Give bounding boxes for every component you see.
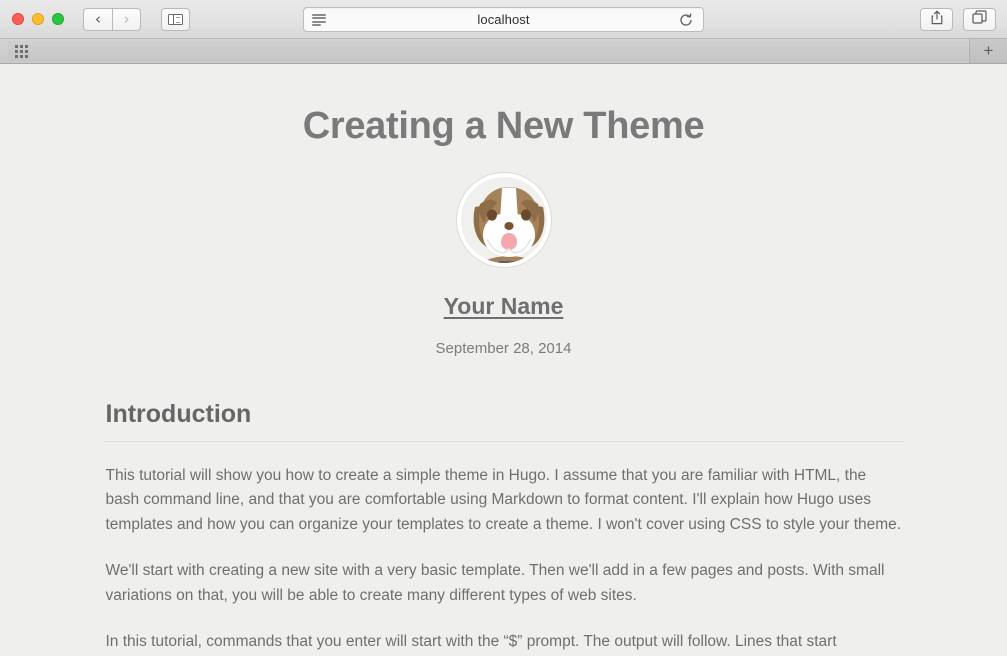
post-date: September 28, 2014 bbox=[435, 339, 572, 357]
address-bar[interactable]: localhost bbox=[303, 7, 704, 32]
chevron-left-icon: ‹ bbox=[95, 9, 101, 28]
browser-window: ‹ › localhost + Creating a New Theme You… bbox=[0, 0, 1007, 656]
forward-button[interactable]: › bbox=[112, 7, 141, 31]
favorites-bar: + bbox=[0, 39, 1007, 64]
avatar bbox=[455, 171, 552, 268]
paragraph: In this tutorial, commands that you ente… bbox=[105, 633, 837, 651]
page-title: Creating a New Theme bbox=[302, 105, 705, 147]
paragraph: This tutorial will show you how to creat… bbox=[105, 466, 902, 533]
favorites-bar-strip[interactable] bbox=[8, 41, 968, 61]
url-text: localhost bbox=[477, 12, 530, 27]
toggle-sidebar-button[interactable] bbox=[161, 7, 190, 31]
toolbar-right-buttons bbox=[920, 8, 996, 31]
window-controls bbox=[12, 13, 64, 25]
article-content: Creating a New Theme Your Name September… bbox=[103, 64, 904, 655]
back-button[interactable]: ‹ bbox=[83, 7, 112, 31]
share-button[interactable] bbox=[920, 8, 953, 31]
section-heading-introduction: Introduction bbox=[103, 400, 904, 442]
show-all-tabs-button[interactable] bbox=[963, 8, 996, 31]
minimize-window-button[interactable] bbox=[32, 13, 44, 25]
zoom-window-button[interactable] bbox=[52, 13, 64, 25]
favorites-grid-icon[interactable] bbox=[15, 44, 28, 58]
chevron-right-icon: › bbox=[123, 9, 130, 28]
avatar-image bbox=[460, 176, 547, 263]
reload-icon[interactable] bbox=[678, 12, 694, 28]
author-link[interactable]: Your Name bbox=[104, 293, 904, 320]
tabs-overview-icon bbox=[972, 9, 987, 30]
page-viewport: Creating a New Theme Your Name September… bbox=[0, 64, 1007, 655]
address-bar-container: localhost bbox=[303, 7, 704, 32]
paragraph: We'll start with creating a new site wit… bbox=[105, 562, 885, 604]
close-window-button[interactable] bbox=[12, 13, 24, 25]
reader-view-icon[interactable] bbox=[312, 14, 326, 26]
new-tab-button[interactable]: + bbox=[969, 39, 1007, 63]
browser-toolbar: ‹ › localhost bbox=[0, 0, 1007, 39]
dog-avatar-icon bbox=[460, 176, 547, 263]
navigation-buttons: ‹ › bbox=[83, 7, 141, 31]
sidebar-icon bbox=[168, 13, 183, 25]
share-icon bbox=[930, 10, 944, 30]
